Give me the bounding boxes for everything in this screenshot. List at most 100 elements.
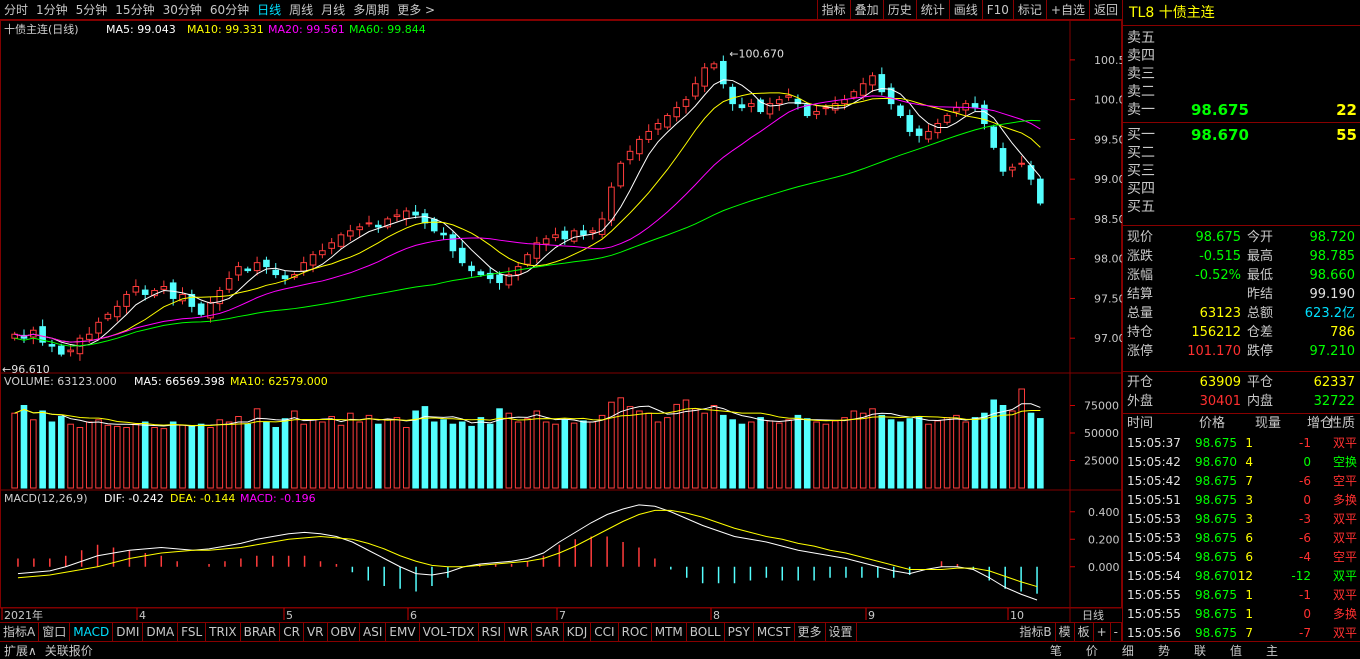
indicator-tab[interactable]: FSL xyxy=(178,623,207,641)
period-tab[interactable]: 月线 xyxy=(317,1,349,18)
toolbar-button[interactable]: +自选 xyxy=(1045,0,1089,20)
indicator-tab[interactable]: TRIX xyxy=(206,623,241,641)
indicator-tab[interactable]: DMA xyxy=(143,623,179,641)
period-tab[interactable]: 日线 xyxy=(253,1,285,18)
volume-bar xyxy=(440,419,447,489)
candle-body xyxy=(570,230,578,242)
candle-body xyxy=(645,130,653,140)
chart-name: 十债主连(日线) xyxy=(4,22,79,36)
candle-body xyxy=(533,242,541,259)
period-tab[interactable]: 15分钟 xyxy=(111,1,158,18)
indicator-tab[interactable]: 设置 xyxy=(826,623,857,641)
indicator-tab[interactable]: VR xyxy=(304,623,328,641)
indicator-tab[interactable]: CR xyxy=(280,623,304,641)
period-tab[interactable]: 多周期 xyxy=(349,1,393,18)
tick-time: 15:05:53 xyxy=(1127,531,1181,545)
indicator-tab[interactable]: PSY xyxy=(725,623,754,641)
kline-chart[interactable]: 十债主连(日线) MA5: 99.043 MA10: 99.331 MA20: 99.… xyxy=(0,20,1126,622)
indicator-tab[interactable]: EMV xyxy=(386,623,420,641)
indicator-tab[interactable]: SAR xyxy=(532,623,564,641)
ask-row[interactable]: 卖三 xyxy=(1127,66,1357,83)
indicator-tab[interactable]: ROC xyxy=(619,623,652,641)
indicator-tab[interactable]: VOL-TDX xyxy=(420,623,479,641)
toolbar-button[interactable]: 返回 xyxy=(1088,0,1122,20)
toolbar-button[interactable]: 指标 xyxy=(816,0,850,20)
volume-bar xyxy=(11,412,18,489)
tick-col-header: 价格 xyxy=(1199,416,1226,431)
volume-bar xyxy=(132,423,140,489)
indicator-tab[interactable]: CCI xyxy=(591,623,619,641)
indicator-tab[interactable]: DMI xyxy=(113,623,144,641)
indicator-tab[interactable]: BOLL xyxy=(687,623,725,641)
ask-row[interactable]: 卖五 xyxy=(1127,30,1357,47)
tick-price: 98.675 xyxy=(1195,588,1237,602)
indicator-tab[interactable]: MCST xyxy=(754,623,795,641)
period-tab[interactable]: 分时 xyxy=(0,1,32,18)
indicator-tab[interactable]: 窗口 xyxy=(39,623,71,641)
related-quote-button[interactable]: 关联报价 xyxy=(41,642,97,659)
period-tab[interactable]: 周线 xyxy=(285,1,317,18)
indicator-tab[interactable]: WR xyxy=(505,623,533,641)
toolbar-button[interactable]: 统计 xyxy=(915,0,949,20)
quote-key: 总额 xyxy=(1247,306,1274,321)
indicator-tab[interactable]: ASI xyxy=(360,623,387,641)
candle-body xyxy=(701,67,708,87)
indicator-right-tab[interactable]: 板 xyxy=(1075,623,1094,641)
period-tab[interactable]: 5分钟 xyxy=(72,1,112,18)
ask-label: 卖五 xyxy=(1127,30,1155,46)
indicator-tab[interactable]: MTM xyxy=(652,623,687,641)
tick-row: 15:05:55 98.675 1 0 多换 xyxy=(1123,605,1360,624)
bid-row[interactable]: 买二 xyxy=(1127,145,1357,162)
ask-row[interactable]: 卖二 xyxy=(1127,84,1357,101)
tick-oi-change: -4 xyxy=(1299,550,1311,564)
tick-nature: 双平 xyxy=(1332,436,1357,450)
bid-row[interactable]: 买三 xyxy=(1127,163,1357,180)
candle-body xyxy=(197,303,205,315)
period-tab[interactable]: 30分钟 xyxy=(159,1,206,18)
bid-row[interactable]: 买一 98.670 55 xyxy=(1127,127,1357,144)
indicator-tab[interactable]: RSI xyxy=(479,623,506,641)
indicator-tab[interactable]: OBV xyxy=(328,623,361,641)
volume-bar xyxy=(76,427,84,489)
candle-body xyxy=(412,211,419,216)
toolbar-button[interactable]: F10 xyxy=(981,0,1013,20)
quote-row: 现价 98.675 今开 98.720 xyxy=(1127,229,1357,247)
period-tab[interactable]: 60分钟 xyxy=(206,1,253,18)
indicator-tab[interactable]: 更多 xyxy=(795,623,826,641)
tick-row: 15:05:53 98.675 6 -6 双平 xyxy=(1123,529,1360,548)
candle-body xyxy=(654,122,662,130)
indicator-right-tab[interactable]: - xyxy=(1111,623,1122,641)
toolbar-button[interactable]: 叠加 xyxy=(849,0,883,20)
indicator-right-tab[interactable]: + xyxy=(1094,623,1111,641)
price-tick-label: 99.50 xyxy=(1094,133,1122,146)
volume-bar xyxy=(878,414,886,489)
quote-value: 98.785 xyxy=(1309,249,1356,264)
book-divider xyxy=(1123,122,1360,123)
toolbar-button[interactable]: 历史 xyxy=(882,0,916,20)
chart-area[interactable]: 十债主连(日线) MA5: 99.043 MA10: 99.331 MA20: 99.… xyxy=(0,20,1126,622)
macd-dif: DIF: -0.242 xyxy=(104,492,164,505)
toolbar-button[interactable]: 标记 xyxy=(1012,0,1046,20)
volume-bar xyxy=(347,412,354,489)
ask-row[interactable]: 卖四 xyxy=(1127,48,1357,65)
volume-bar xyxy=(710,405,718,489)
indicator-right-tab[interactable]: 指标B xyxy=(1016,623,1056,641)
period-tab[interactable]: 更多 > xyxy=(393,1,439,18)
volume-bar xyxy=(30,419,37,489)
indicator-tab[interactable]: KDJ xyxy=(564,623,592,641)
indicator-tab[interactable]: MACD xyxy=(70,623,114,641)
panel-switch-button[interactable]: 价 xyxy=(1074,642,1110,659)
ask-row[interactable]: 卖一 98.675 22 xyxy=(1127,102,1357,119)
expand-button[interactable]: 扩展∧ xyxy=(0,642,41,659)
bid-row[interactable]: 买五 xyxy=(1127,199,1357,216)
volume-bar xyxy=(822,423,830,489)
toolbar-button[interactable]: 画线 xyxy=(948,0,982,20)
indicator-tab[interactable]: 指标A xyxy=(0,623,40,641)
panel-switch-button[interactable]: 笔 xyxy=(1038,642,1074,659)
quote-row: 涨幅 -0.52% 最低 98.660 xyxy=(1127,267,1357,285)
indicator-right-tab[interactable]: 模 xyxy=(1056,623,1075,641)
ask-qty: 22 xyxy=(1336,101,1357,119)
indicator-tab[interactable]: BRAR xyxy=(241,623,281,641)
period-tab[interactable]: 1分钟 xyxy=(32,1,72,18)
bid-row[interactable]: 买四 xyxy=(1127,181,1357,198)
